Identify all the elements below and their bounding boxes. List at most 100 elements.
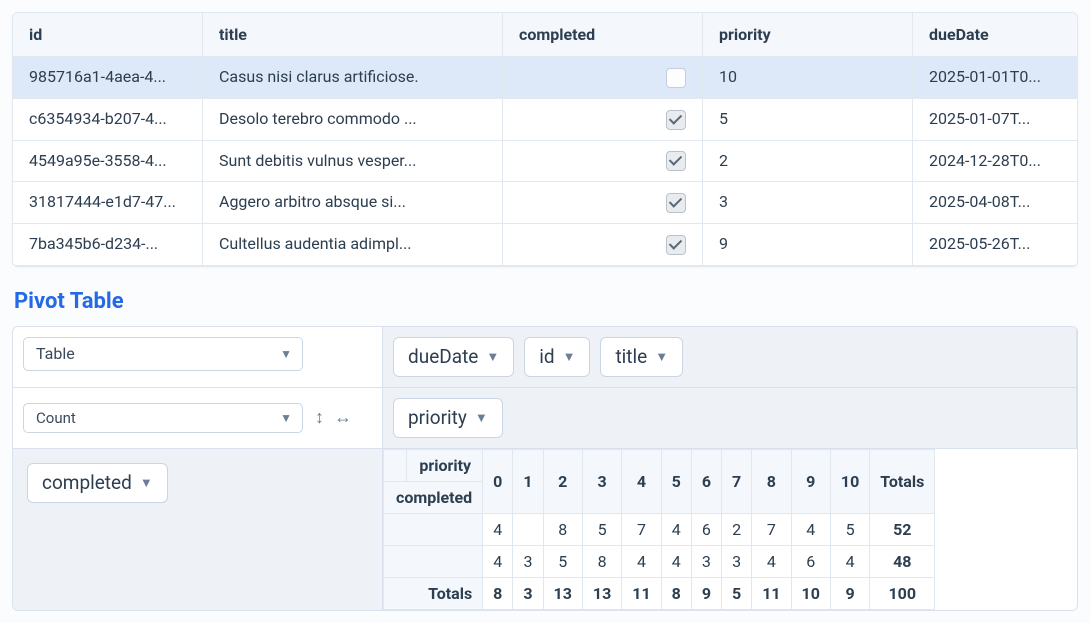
cell-completed (503, 99, 703, 141)
pivot-cell: 7 (622, 513, 661, 545)
pivot-cell: 4 (661, 545, 691, 577)
sort-rows-icon[interactable]: ↕ (315, 407, 324, 428)
completed-checkbox[interactable] (666, 110, 686, 130)
renderer-area: Table ▼ (13, 327, 383, 388)
pivot-cell: 5 (830, 513, 869, 545)
pivot-cell: 8 (543, 513, 582, 545)
table-row[interactable]: 7ba345b6-d234-...Cultellus audentia adim… (13, 224, 1077, 266)
pivot-col-total: 3 (513, 577, 543, 609)
column-header-duedate[interactable]: dueDate (913, 13, 1077, 57)
completed-checkbox[interactable] (666, 193, 686, 213)
field-chip-id[interactable]: id▼ (524, 337, 590, 377)
pivot-section-title: Pivot Table (14, 289, 1078, 314)
cell-duedate: 2025-04-08T... (913, 182, 1077, 224)
cell-priority: 5 (703, 99, 913, 141)
pivot-cell: 4 (830, 545, 869, 577)
cell-id: 4549a95e-3558-4... (13, 141, 203, 183)
pivot-cell: 8 (582, 545, 621, 577)
pivot-corner (384, 449, 407, 481)
cell-priority: 3 (703, 182, 913, 224)
pivot-col-key: 3 (582, 449, 621, 513)
aggregator-select-value: Count (36, 409, 76, 427)
column-header-priority[interactable]: priority (703, 13, 913, 57)
pivot-col-key: 2 (543, 449, 582, 513)
pivot-cell: 6 (791, 545, 830, 577)
cell-duedate: 2025-01-01T0... (913, 57, 1077, 99)
pivot-cell: 4 (622, 545, 661, 577)
field-chip-label: dueDate (408, 345, 478, 368)
column-header-completed[interactable]: completed (503, 13, 703, 57)
pivot-col-total: 11 (752, 577, 791, 609)
chevron-down-icon: ▼ (475, 410, 488, 426)
pivot-col-total: 8 (483, 577, 513, 609)
pivot-cell: 6 (691, 513, 721, 545)
pivot-totals-row-label: Totals (384, 577, 483, 609)
pivot-cell: 2 (722, 513, 752, 545)
pivot-col-key: 4 (622, 449, 661, 513)
pivot-col-total: 9 (691, 577, 721, 609)
pivot-cell: 4 (483, 545, 513, 577)
column-fields-area[interactable]: priority ▼ (383, 388, 1077, 449)
cell-id: 31817444-e1d7-47... (13, 182, 203, 224)
cell-completed (503, 224, 703, 266)
pivot-cell: . (513, 513, 543, 545)
cell-id: 985716a1-4aea-4... (13, 57, 203, 99)
pivot-row-key (384, 513, 483, 545)
cell-title: Desolo terebro commodo ... (203, 99, 503, 141)
pivot-table-container: Table ▼ dueDate▼id▼title▼ Count ▼ ↕ ↔ pr… (12, 326, 1078, 611)
chevron-down-icon: ▼ (486, 349, 499, 365)
table-row[interactable]: c6354934-b207-4...Desolo terebro commodo… (13, 99, 1077, 141)
tasks-table: id title completed priority dueDate 9857… (12, 12, 1078, 267)
field-chip-completed[interactable]: completed▼ (27, 463, 168, 503)
table-row[interactable]: 985716a1-4aea-4...Casus nisi clarus arti… (13, 57, 1077, 99)
table-row[interactable]: 4549a95e-3558-4...Sunt debitis vulnus ve… (13, 141, 1077, 183)
pivot-col-key: 1 (513, 449, 543, 513)
pivot-cell: 7 (752, 513, 791, 545)
tasks-table-header: id title completed priority dueDate (13, 13, 1077, 57)
pivot-col-total: 9 (830, 577, 869, 609)
cell-duedate: 2025-05-26T... (913, 224, 1077, 266)
pivot-col-dimension-label: priority (407, 449, 483, 481)
completed-checkbox[interactable] (666, 151, 686, 171)
pivot-grand-total: 100 (870, 577, 935, 609)
aggregator-select[interactable]: Count ▼ (23, 403, 303, 433)
column-header-id[interactable]: id (13, 13, 203, 57)
pivot-col-total: 13 (543, 577, 582, 609)
pivot-col-key: 10 (830, 449, 869, 513)
table-row[interactable]: 31817444-e1d7-47...Aggero arbitro absque… (13, 182, 1077, 224)
chevron-down-icon: ▼ (563, 349, 576, 365)
pivot-row-total: 48 (870, 545, 935, 577)
pivot-col-total: 10 (791, 577, 830, 609)
cell-completed (503, 182, 703, 224)
column-header-title[interactable]: title (203, 13, 503, 57)
pivot-col-total: 13 (582, 577, 621, 609)
pivot-output-table: priority012345678910Totalscompleted4.857… (383, 449, 935, 610)
chevron-down-icon: ▼ (140, 475, 153, 491)
renderer-select[interactable]: Table ▼ (23, 337, 303, 371)
row-fields-area[interactable]: completed▼ (13, 449, 383, 610)
field-chip-dueDate[interactable]: dueDate ▼ (393, 337, 514, 377)
cell-duedate: 2025-01-07T... (913, 99, 1077, 141)
pivot-cell: 4 (483, 513, 513, 545)
cell-completed (503, 57, 703, 99)
pivot-cell: 3 (691, 545, 721, 577)
unused-fields-area[interactable]: dueDate▼id▼title▼ (383, 327, 1077, 388)
pivot-row-key (384, 545, 483, 577)
pivot-row-dimension-label: completed (384, 481, 483, 513)
pivot-cell: 3 (513, 545, 543, 577)
completed-checkbox[interactable] (666, 235, 686, 255)
field-chip-label: priority (408, 406, 467, 429)
cell-duedate: 2024-12-28T0... (913, 141, 1077, 183)
cell-priority: 10 (703, 57, 913, 99)
sort-cols-icon[interactable]: ↔ (334, 407, 352, 428)
pivot-col-key: 9 (791, 449, 830, 513)
field-chip-priority[interactable]: priority ▼ (393, 398, 503, 438)
completed-checkbox[interactable] (666, 68, 686, 88)
chevron-down-icon: ▼ (655, 349, 668, 365)
tasks-table-body: 985716a1-4aea-4...Casus nisi clarus arti… (13, 57, 1077, 266)
pivot-col-key: 5 (661, 449, 691, 513)
cell-completed (503, 141, 703, 183)
field-chip-title[interactable]: title▼ (600, 337, 683, 377)
pivot-col-total: 11 (622, 577, 661, 609)
pivot-row-total: 52 (870, 513, 935, 545)
